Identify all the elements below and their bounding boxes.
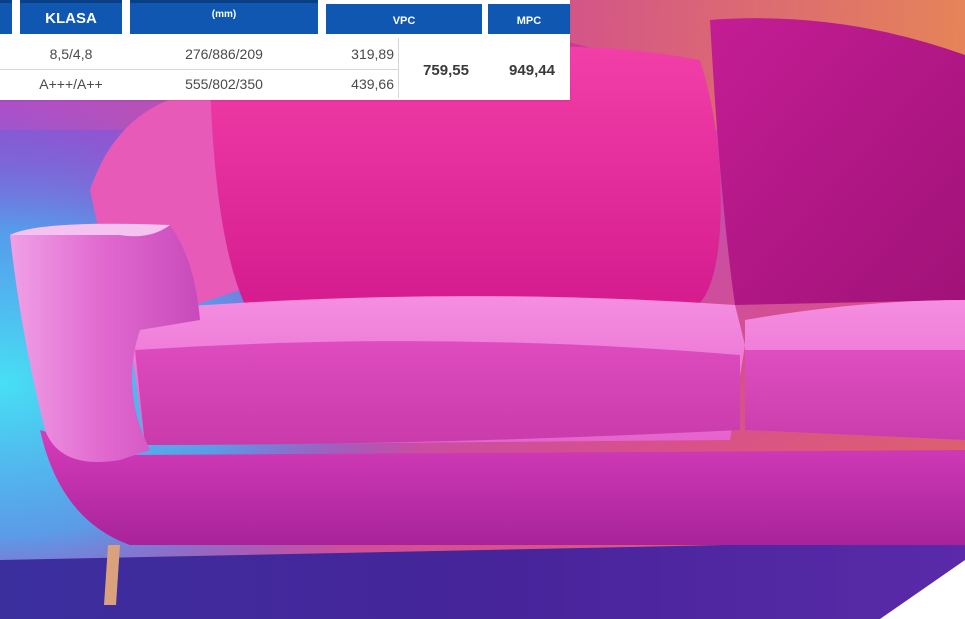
header-dimensions: (mm) [130,0,318,34]
header-mpc: MPC [488,4,570,34]
header-klasa: KLASA [20,0,122,34]
column-divider [398,38,399,98]
row2-klasa: A+++/A++ [39,76,103,92]
total-mpc: 949,44 [509,61,555,79]
header-vpc: VPC [326,4,482,34]
row-divider [0,69,398,70]
row2-vpc: 439,66 [351,76,394,92]
row1-dimensions: 276/886/209 [185,46,263,62]
row1-klasa: 8,5/4,8 [49,46,93,62]
row1-vpc: 319,89 [351,46,394,62]
spec-table: KLASA (mm) VPC MPC 8,5/4,8 276/886/209 3… [0,0,570,100]
header-stub [0,0,12,34]
total-vpc: 759,55 [423,61,469,79]
row2-dimensions: 555/802/350 [185,76,263,92]
